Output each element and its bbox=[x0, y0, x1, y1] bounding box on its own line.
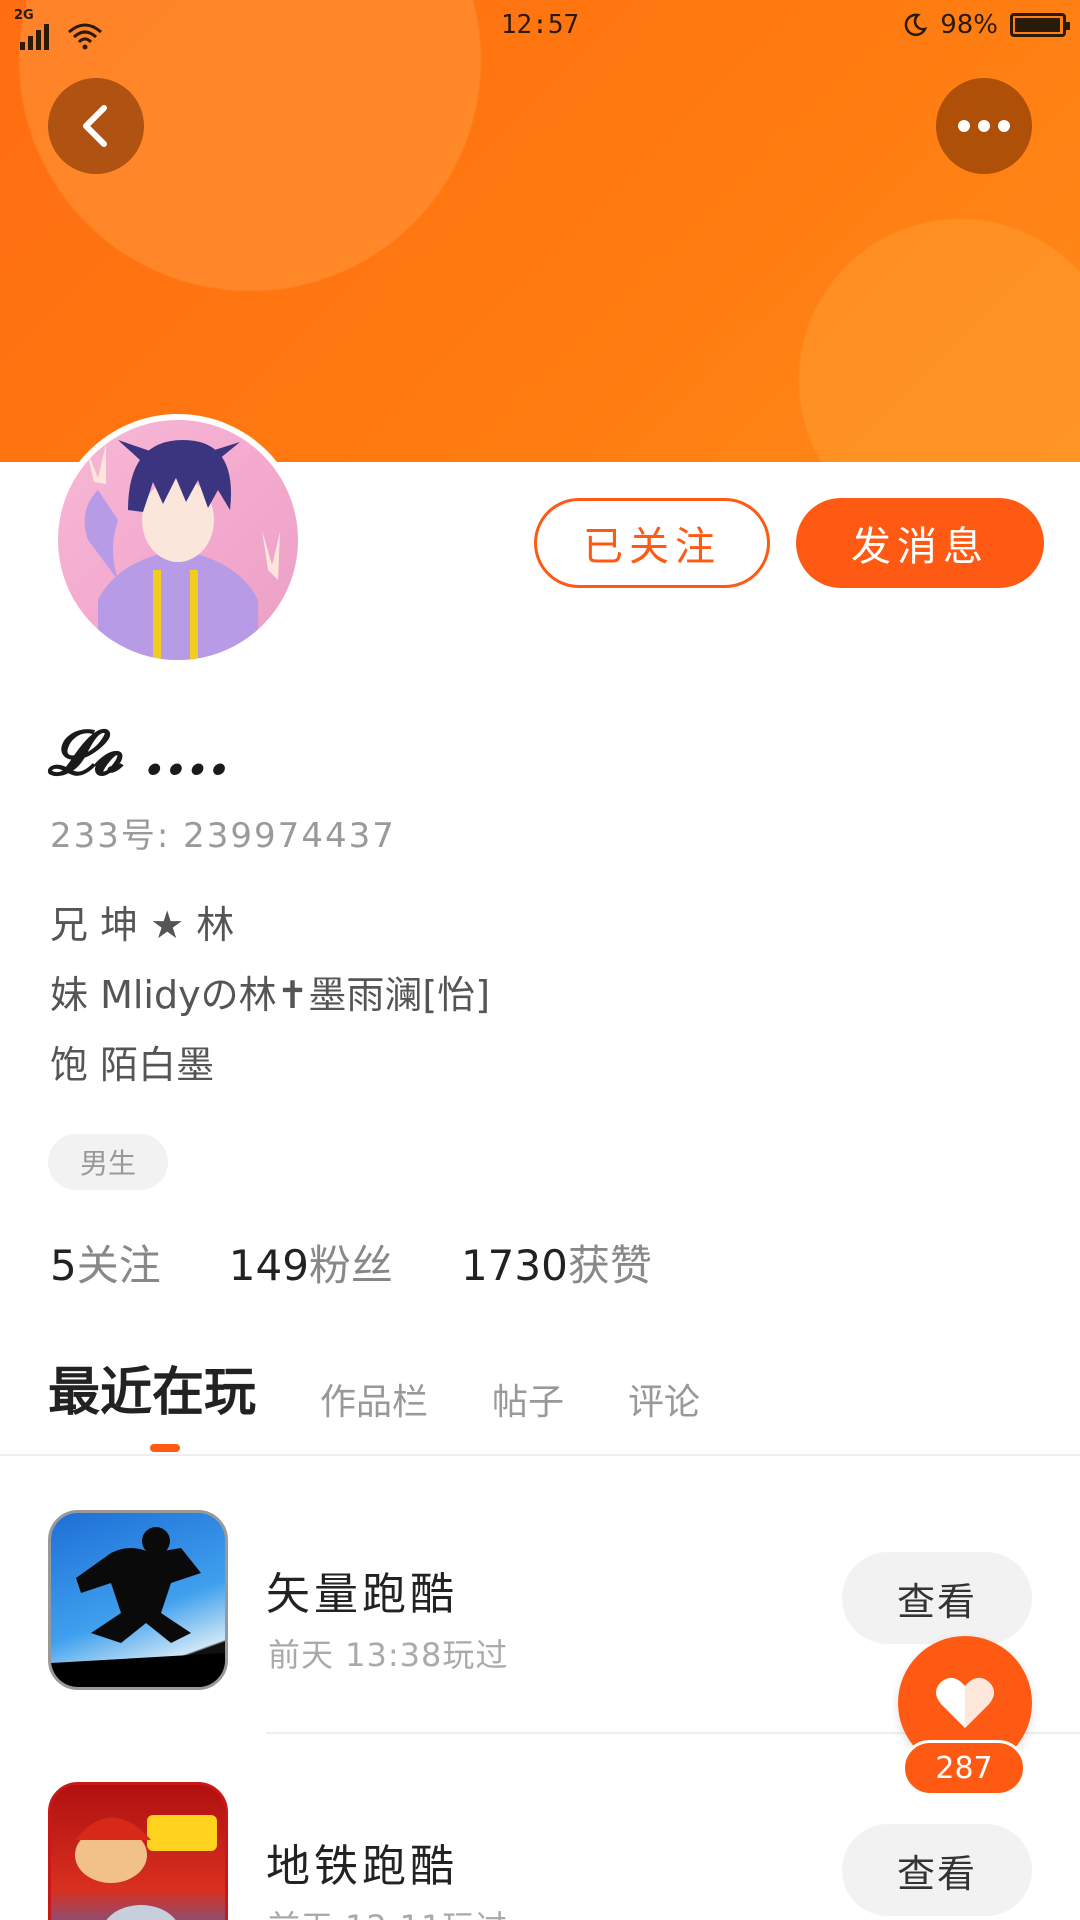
stat-label: 关注 bbox=[76, 1241, 161, 1290]
profile-bio: 兄 坤 ★ 林 妹 Mlidyの林✝墨雨澜[怡] 饱 陌白墨 bbox=[50, 890, 490, 1100]
bio-line: 兄 坤 ★ 林 bbox=[50, 903, 235, 947]
profile-name: 𝓛𝓸 .... bbox=[48, 716, 230, 789]
stat-label: 获赞 bbox=[567, 1241, 652, 1290]
stat-number: 5 bbox=[50, 1241, 77, 1290]
battery-icon bbox=[1010, 13, 1070, 37]
send-message-button[interactable]: 发消息 bbox=[796, 498, 1044, 588]
profile-tabs: 最近在玩 作品栏 帖子 评论 bbox=[48, 1350, 700, 1425]
profile-banner bbox=[0, 0, 1080, 462]
game-icon-vector bbox=[48, 1510, 228, 1690]
list-item[interactable]: 地铁跑酷 前天 12:11玩过 查看 bbox=[0, 1782, 1080, 1920]
battery-fill bbox=[1015, 18, 1060, 32]
game-icon-subway bbox=[48, 1782, 228, 1920]
bio-line: 妹 Mlidyの林✝墨雨澜[怡] bbox=[50, 973, 491, 1017]
avatar-image bbox=[58, 420, 298, 660]
heart-icon bbox=[936, 1677, 994, 1728]
divider bbox=[0, 1454, 1080, 1456]
bio-line: 饱 陌白墨 bbox=[50, 1043, 215, 1087]
stat-following[interactable]: 5关注 bbox=[50, 1232, 161, 1293]
view-button[interactable]: 查看 bbox=[842, 1824, 1032, 1916]
game-title: 矢量跑酷 bbox=[266, 1569, 458, 1620]
chevron-left-icon bbox=[83, 105, 107, 147]
game-title: 地铁跑酷 bbox=[266, 1841, 458, 1892]
profile-stats: 5关注 149粉丝 1730获赞 bbox=[50, 1232, 652, 1293]
more-button[interactable] bbox=[936, 78, 1032, 174]
tab-active-indicator bbox=[150, 1444, 180, 1452]
battery-percent: 98% bbox=[940, 10, 998, 40]
tab-works[interactable]: 作品栏 bbox=[320, 1373, 428, 1425]
stat-likes[interactable]: 1730获赞 bbox=[461, 1232, 652, 1293]
tab-posts[interactable]: 帖子 bbox=[492, 1373, 564, 1425]
profile-page: 2G 12:57 98% 已关注 发消息 𝓛𝓸 .... 233号: 23997… bbox=[0, 0, 1080, 1920]
back-button[interactable] bbox=[48, 78, 144, 174]
status-bar: 2G 12:57 98% bbox=[0, 0, 1080, 54]
moon-icon bbox=[904, 13, 928, 36]
gender-tag: 男生 bbox=[48, 1134, 168, 1190]
avatar[interactable] bbox=[52, 414, 304, 666]
stat-number: 149 bbox=[228, 1241, 309, 1290]
stat-followers[interactable]: 149粉丝 bbox=[229, 1232, 393, 1293]
stat-number: 1730 bbox=[460, 1241, 568, 1290]
tab-recently-played[interactable]: 最近在玩 bbox=[48, 1350, 256, 1425]
followed-button[interactable]: 已关注 bbox=[534, 498, 770, 588]
view-button[interactable]: 查看 bbox=[842, 1552, 1032, 1644]
more-dots-icon bbox=[958, 120, 1010, 132]
status-right: 98% bbox=[902, 10, 1070, 40]
game-played-time: 前天 13:38玩过 bbox=[268, 1636, 509, 1674]
stat-label: 粉丝 bbox=[308, 1241, 393, 1290]
tab-comments[interactable]: 评论 bbox=[628, 1373, 700, 1425]
profile-uid: 233号: 239974437 bbox=[50, 816, 396, 856]
game-played-time: 前天 12:11玩过 bbox=[268, 1902, 508, 1920]
like-count: 287 bbox=[902, 1740, 1026, 1796]
